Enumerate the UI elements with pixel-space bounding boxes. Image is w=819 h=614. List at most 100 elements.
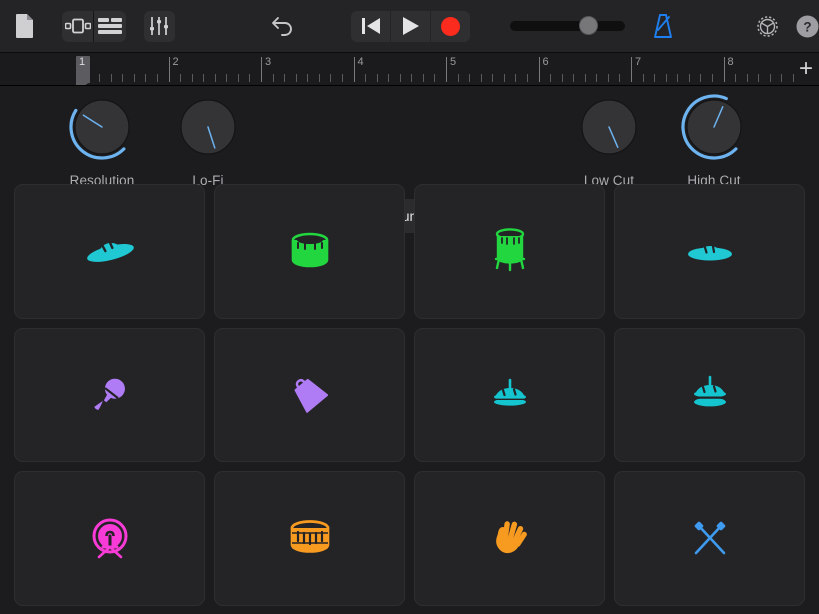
- volume-thumb[interactable]: [579, 16, 599, 35]
- sidebar-item-list-view[interactable]: [94, 10, 126, 42]
- ruler-bar-number: 7: [635, 56, 642, 68]
- resolution-knob[interactable]: Resolution: [47, 92, 157, 188]
- ruler-beat-mark: [318, 74, 320, 82]
- ruler-beat-mark: [781, 74, 783, 82]
- ruler-beat-mark: [665, 74, 667, 82]
- hihat-open-icon: [686, 375, 734, 415]
- ruler-beat-mark: [156, 74, 158, 82]
- gear-icon[interactable]: [755, 13, 780, 39]
- toolbar: ?: [0, 0, 819, 53]
- ruler-beat-mark: [307, 74, 309, 82]
- rewind-button[interactable]: [351, 10, 391, 42]
- ruler-beat-mark: [399, 74, 401, 82]
- ruler-ticks: 2 3 4 5 6 7 8: [0, 53, 794, 85]
- ruler-beat-mark: [272, 74, 274, 82]
- drum-machine-window: ? 2 3 4 5 6 7 8 1 + Resolution Lo-Fi Low Cut High…: [0, 0, 819, 614]
- ruler-beat-mark: [411, 74, 413, 82]
- pad-tom-high[interactable]: [214, 184, 405, 319]
- ruler-beat-mark: [619, 74, 621, 82]
- pad-snare-drum[interactable]: [214, 471, 405, 606]
- high-cut-knob[interactable]: High Cut: [659, 92, 769, 188]
- ruler-beat-mark: [758, 74, 760, 82]
- pad-kick-drum[interactable]: [14, 471, 205, 606]
- knob-dial: [681, 94, 742, 160]
- ruler-bar-number: 5: [450, 56, 457, 68]
- pad-maraca[interactable]: [14, 327, 205, 463]
- pad-floor-tom[interactable]: [414, 184, 605, 319]
- tom-drum-icon: [289, 231, 331, 271]
- ruler-bar-number: 3: [265, 56, 272, 68]
- knob-dial: [581, 99, 637, 155]
- ruler-beat-mark: [596, 74, 598, 82]
- mixer-sliders-icon[interactable]: [143, 10, 176, 42]
- timeline-ruler[interactable]: 2 3 4 5 6 7 8 1 +: [0, 53, 819, 86]
- ruler-beat-mark: [203, 74, 205, 82]
- ruler-beat-mark: [654, 74, 656, 82]
- master-volume-slider[interactable]: [510, 16, 625, 36]
- ruler-beat-mark: [607, 74, 609, 82]
- pad-hihat-closed[interactable]: [414, 327, 605, 463]
- ruler-beat-mark: [492, 74, 494, 82]
- ruler-beat-mark: [700, 74, 702, 82]
- metronome-icon[interactable]: [651, 12, 675, 40]
- view-segmented-control[interactable]: [62, 10, 126, 42]
- pad-hihat-open[interactable]: [614, 327, 805, 463]
- ruler-beat-mark: [145, 74, 147, 82]
- ruler-beat-mark: [110, 74, 112, 82]
- ruler-beat-mark: [550, 74, 552, 82]
- ruler-beat-mark: [214, 74, 216, 82]
- floor-tom-icon: [492, 227, 528, 275]
- lofi-knob[interactable]: Lo-Fi: [153, 92, 263, 188]
- volume-track: [510, 21, 625, 31]
- sidebar-item-tracks-view[interactable]: [62, 10, 94, 42]
- ruler-beat-mark: [792, 74, 794, 82]
- ruler-beat-mark: [122, 74, 124, 82]
- ruler-beat-mark: [769, 74, 771, 82]
- ruler-beat-mark: [237, 74, 239, 82]
- ruler-bar-number: 4: [357, 56, 364, 68]
- help-question-icon[interactable]: ?: [796, 14, 819, 38]
- ruler-beat-mark: [457, 74, 459, 82]
- ruler-beat-mark: [735, 74, 737, 82]
- ruler-bar-number: 8: [727, 56, 734, 68]
- record-icon: [441, 16, 461, 36]
- hand-clap-icon: [489, 519, 531, 559]
- pad-crash-cymbal[interactable]: [14, 184, 205, 319]
- ruler-beat-mark: [388, 74, 390, 82]
- plugin-controls-panel: Resolution Lo-Fi Low Cut High Cut Classic D…: [0, 86, 819, 233]
- pad-cowbell[interactable]: [214, 327, 405, 463]
- ride-cymbal-icon: [684, 236, 736, 266]
- cowbell-icon: [287, 372, 333, 418]
- kick-drum-icon: [87, 515, 133, 563]
- low-cut-knob[interactable]: Low Cut: [554, 92, 664, 188]
- undo-arrow-icon[interactable]: [267, 11, 295, 41]
- ruler-beat-mark: [746, 74, 748, 82]
- ruler-beat-mark: [642, 74, 644, 82]
- ruler-beat-mark: [422, 74, 424, 82]
- knob-dial: [69, 99, 130, 160]
- ruler-beat-mark: [480, 74, 482, 82]
- ruler-beat-mark: [688, 74, 690, 82]
- ruler-beat-mark: [573, 74, 575, 82]
- ruler-beat-mark: [561, 74, 563, 82]
- document-icon[interactable]: [14, 11, 36, 41]
- ruler-beat-mark: [677, 74, 679, 82]
- ruler-bar-number: 2: [172, 56, 179, 68]
- ruler-bar-number: 6: [542, 56, 549, 68]
- add-track-button[interactable]: +: [799, 57, 813, 81]
- ruler-beat-mark: [226, 74, 228, 82]
- ruler-beat-mark: [515, 74, 517, 82]
- knob-dial: [180, 99, 236, 155]
- drum-pad-grid: [0, 184, 819, 614]
- play-button[interactable]: [391, 10, 431, 42]
- snare-drum-icon: [287, 519, 333, 559]
- maraca-icon: [88, 373, 132, 417]
- pad-hand-clap[interactable]: [414, 471, 605, 606]
- ruler-beat-mark: [180, 74, 182, 82]
- record-button[interactable]: [431, 10, 470, 42]
- playhead-bar-number: 1: [79, 56, 86, 68]
- ruler-beat-mark: [341, 74, 343, 82]
- pad-ride-cymbal[interactable]: [614, 184, 805, 319]
- pad-sticks[interactable]: [614, 471, 805, 606]
- svg-text:?: ?: [803, 19, 811, 34]
